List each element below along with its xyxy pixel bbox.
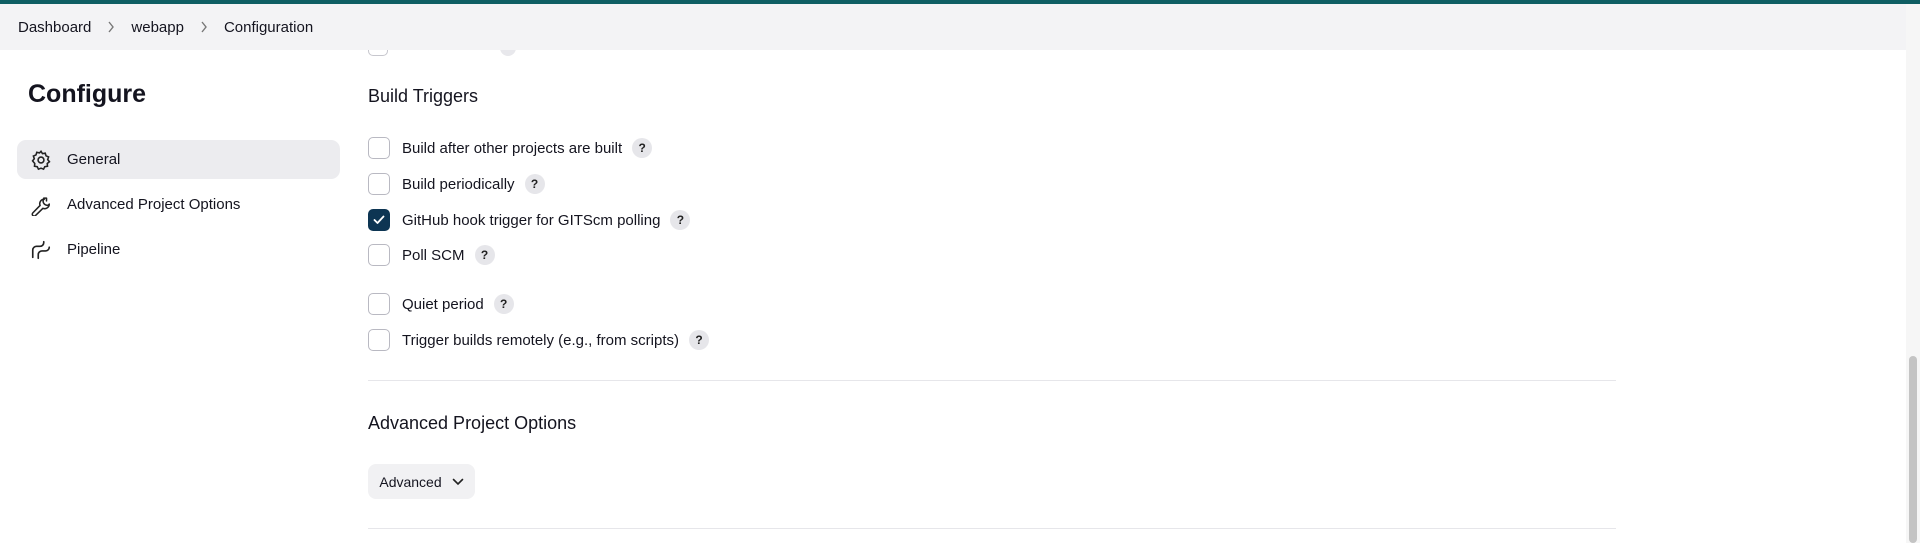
option-label: Build after other projects are built	[402, 139, 623, 157]
trigger-builds-remotely-checkbox[interactable]	[368, 329, 390, 351]
help-icon[interactable]: ?	[689, 330, 710, 350]
option-label: GitHub hook trigger for GITScm polling	[402, 211, 661, 229]
sidebar-item-pipeline[interactable]: Pipeline	[17, 230, 340, 269]
advanced-button[interactable]: Advanced	[368, 464, 475, 499]
option-label: Build periodically	[402, 175, 515, 193]
help-icon[interactable]: ?	[524, 174, 545, 194]
option-label: Quiet period	[402, 295, 484, 313]
sidebar-item-advanced-project-options[interactable]: Advanced Project Options	[17, 185, 340, 224]
sidebar-item-label: Advanced Project Options	[67, 196, 241, 213]
pipeline-icon	[29, 238, 53, 262]
breadcrumb-webapp[interactable]: webapp	[131, 19, 184, 36]
chevron-right-icon	[200, 21, 208, 33]
help-icon	[500, 50, 516, 56]
github-hook-trigger-checkbox[interactable]	[368, 209, 390, 231]
build-periodically-checkbox[interactable]	[368, 173, 390, 195]
wrench-icon	[29, 193, 53, 217]
breadcrumb: Dashboard webapp Configuration	[0, 4, 1906, 50]
gear-icon	[29, 148, 53, 172]
help-icon[interactable]: ?	[474, 245, 495, 265]
section-divider	[368, 380, 1616, 381]
help-icon[interactable]: ?	[670, 210, 691, 230]
trigger-option-trigger-builds-remotely: Trigger builds remotely (e.g., from scri…	[368, 328, 710, 352]
scrolled-off-option	[368, 50, 528, 57]
trigger-option-github-hook: GitHub hook trigger for GITScm polling ?	[368, 208, 691, 232]
trigger-option-build-after-other-projects: Build after other projects are built ?	[368, 136, 653, 160]
build-after-other-projects-checkbox[interactable]	[368, 137, 390, 159]
advanced-button-label: Advanced	[379, 473, 442, 490]
help-icon[interactable]: ?	[493, 294, 514, 314]
help-icon[interactable]: ?	[632, 138, 653, 158]
option-label: Trigger builds remotely (e.g., from scri…	[402, 331, 680, 349]
trigger-option-poll-scm: Poll SCM ?	[368, 243, 495, 267]
build-triggers-heading: Build Triggers	[368, 86, 479, 106]
scrollbar-thumb[interactable]	[1909, 356, 1917, 543]
option-label: Poll SCM	[402, 246, 465, 264]
sidebar-item-label: General	[67, 151, 121, 168]
sidebar-title: Configure	[28, 80, 147, 108]
section-divider	[368, 528, 1616, 529]
breadcrumb-configuration[interactable]: Configuration	[224, 19, 313, 36]
advanced-project-options-heading: Advanced Project Options	[368, 413, 577, 433]
sidebar-item-label: Pipeline	[67, 241, 121, 258]
poll-scm-checkbox[interactable]	[368, 244, 390, 266]
trigger-option-build-periodically: Build periodically ?	[368, 172, 545, 196]
breadcrumb-dashboard[interactable]: Dashboard	[18, 19, 91, 36]
trigger-option-quiet-period: Quiet period ?	[368, 292, 514, 316]
checkmark-icon	[373, 215, 385, 224]
sidebar-item-general[interactable]: General	[17, 140, 340, 179]
quiet-period-checkbox[interactable]	[368, 293, 390, 315]
checkbox	[368, 50, 388, 56]
chevron-down-icon	[452, 478, 464, 486]
chevron-right-icon	[107, 21, 115, 33]
